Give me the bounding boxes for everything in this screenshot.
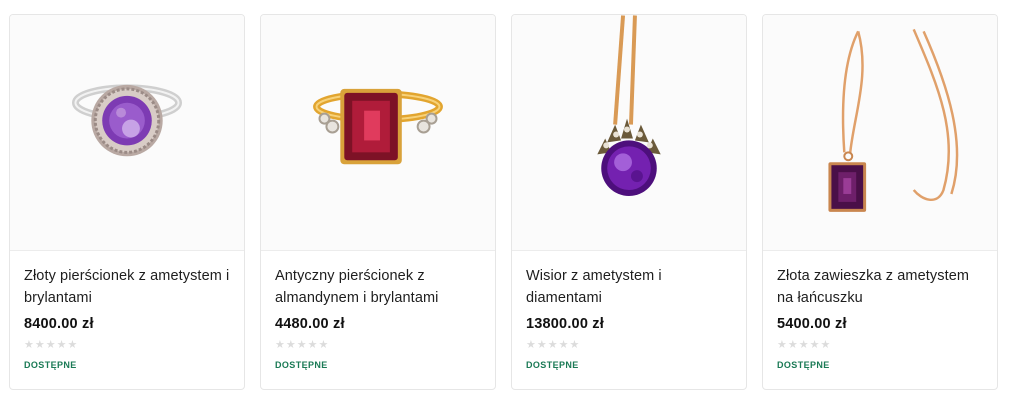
product-image[interactable] xyxy=(763,15,997,251)
star-icon: ★ xyxy=(56,339,67,351)
availability-badge: DOSTĘPNE xyxy=(275,360,328,370)
product-image[interactable] xyxy=(512,15,746,251)
star-icon: ★ xyxy=(34,339,45,351)
star-icon: ★ xyxy=(307,339,318,351)
amethyst-chain-pendant-icon xyxy=(828,28,959,212)
star-icon: ★ xyxy=(45,339,56,351)
product-card[interactable]: Złoty pierścionek z ametystem i brylanta… xyxy=(9,14,245,390)
product-title[interactable]: Antyczny pierścionek z almandynem i bryl… xyxy=(275,265,483,309)
amethyst-pendant-icon xyxy=(597,15,661,196)
amethyst-diamond-ring-icon xyxy=(71,84,183,157)
availability-badge: DOSTĘPNE xyxy=(777,360,830,370)
product-title[interactable]: Złota zawieszka z ametystem na łańcuszku xyxy=(777,265,985,309)
star-icon: ★ xyxy=(809,339,820,351)
star-icon: ★ xyxy=(777,339,787,351)
star-icon: ★ xyxy=(787,339,798,351)
star-icon: ★ xyxy=(318,339,329,351)
star-icon: ★ xyxy=(558,339,569,351)
star-icon: ★ xyxy=(526,339,536,351)
product-card[interactable]: Antyczny pierścionek z almandynem i bryl… xyxy=(260,14,496,390)
star-icon: ★ xyxy=(536,339,547,351)
product-title[interactable]: Wisior z ametystem i diamentami xyxy=(526,265,734,309)
star-icon: ★ xyxy=(67,339,78,351)
rating-stars: ★ ★ ★ ★ ★ xyxy=(275,340,483,351)
star-icon: ★ xyxy=(24,339,34,351)
availability-badge: DOSTĘPNE xyxy=(526,360,579,370)
star-icon: ★ xyxy=(820,339,831,351)
star-icon: ★ xyxy=(285,339,296,351)
almandine-ring-icon xyxy=(313,88,443,165)
product-image[interactable] xyxy=(10,15,244,251)
star-icon: ★ xyxy=(296,339,307,351)
product-card[interactable]: Wisior z ametystem i diamentami 13800.00… xyxy=(511,14,747,390)
product-price: 8400.00 zł xyxy=(24,316,94,332)
star-icon: ★ xyxy=(798,339,809,351)
star-icon: ★ xyxy=(569,339,580,351)
availability-badge: DOSTĘPNE xyxy=(24,360,77,370)
product-price: 4480.00 zł xyxy=(275,316,345,332)
product-card[interactable]: Złota zawieszka z ametystem na łańcuszku… xyxy=(762,14,998,390)
star-icon: ★ xyxy=(275,339,285,351)
product-price: 5400.00 zł xyxy=(777,316,847,332)
product-price: 13800.00 zł xyxy=(526,316,604,332)
rating-stars: ★ ★ ★ ★ ★ xyxy=(526,340,734,351)
star-icon: ★ xyxy=(547,339,558,351)
product-title[interactable]: Złoty pierścionek z ametystem i brylanta… xyxy=(24,265,232,309)
rating-stars: ★ ★ ★ ★ ★ xyxy=(777,340,985,351)
product-image[interactable] xyxy=(261,15,495,251)
rating-stars: ★ ★ ★ ★ ★ xyxy=(24,340,232,351)
